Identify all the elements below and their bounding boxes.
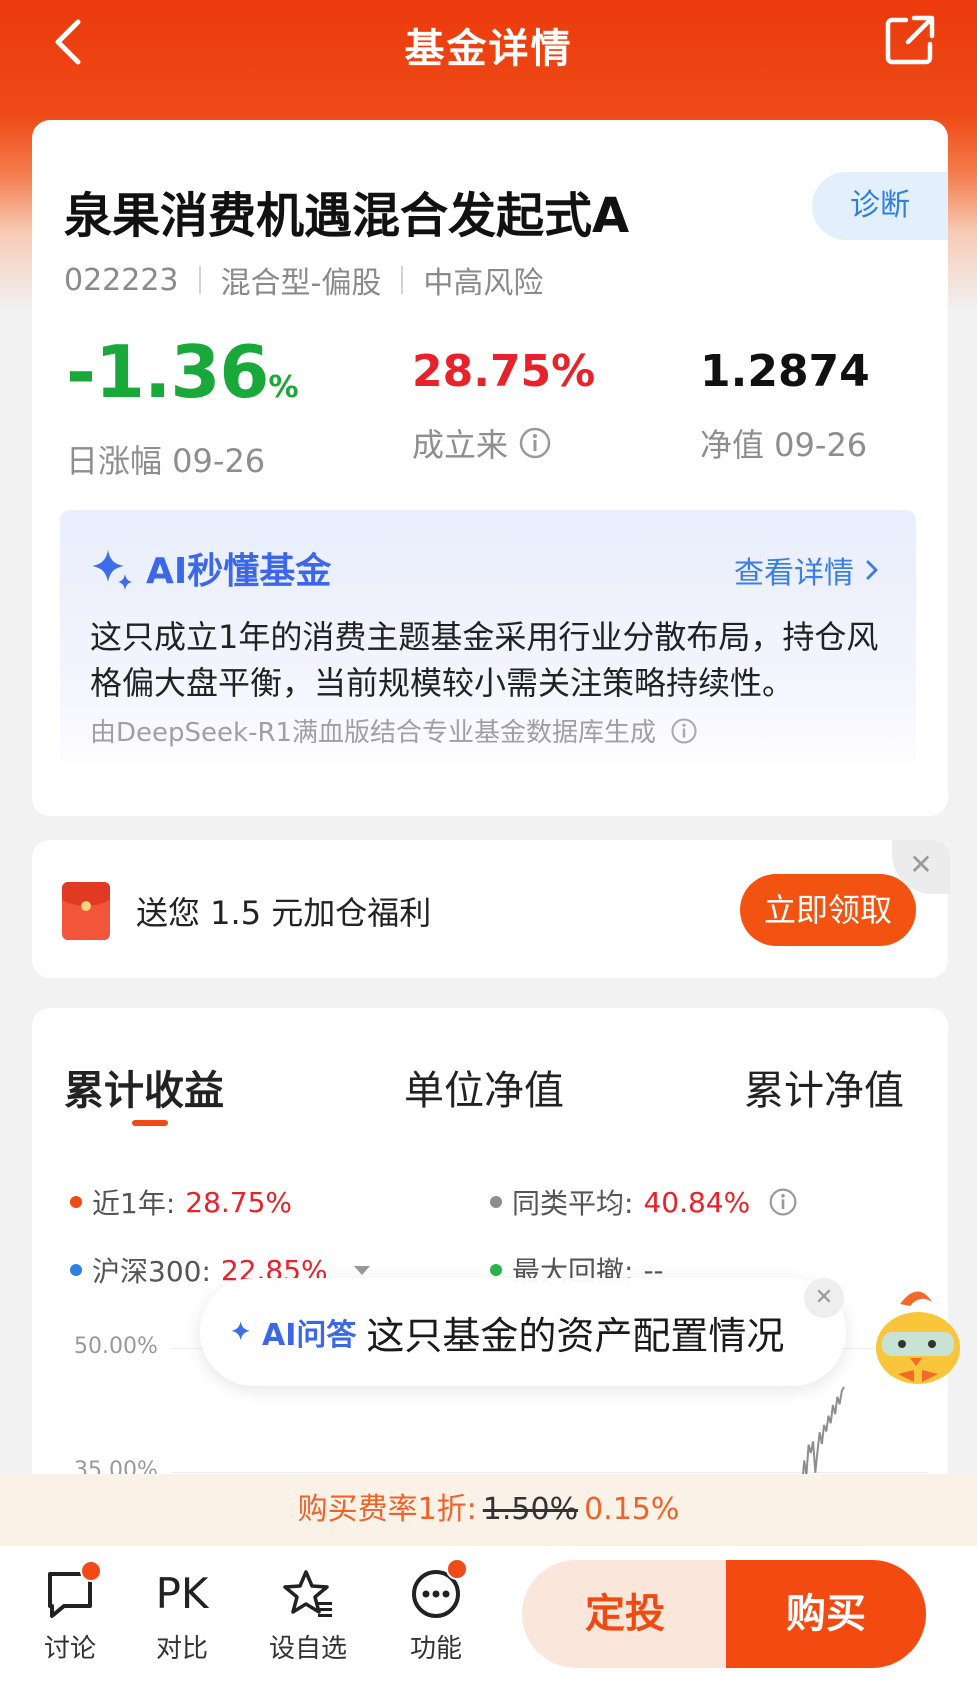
daily-change-value: -1.36%	[66, 330, 299, 414]
top-bar: 基金详情	[0, 0, 977, 96]
nav-functions[interactable]: 功能	[386, 1558, 486, 1665]
nav-stat: 1.2874 净值 09-26	[700, 330, 870, 466]
fund-risk: 中高风险	[423, 266, 544, 301]
fund-meta: 022223 混合型-偏股 中高风险	[64, 258, 543, 302]
sparkle-icon	[231, 1321, 251, 1341]
fixed-invest-button[interactable]: 定投	[522, 1560, 728, 1668]
fund-code: 022223	[64, 262, 179, 298]
fund-name: 泉果消费机遇混合发起式A	[64, 188, 630, 244]
ai-question-text: 这只基金的资产配置情况	[366, 1313, 785, 1358]
ai-summary-box[interactable]: AI秒懂基金 查看详情 这只成立1年的消费主题基金采用行业分散布局，持仓风格偏大…	[60, 510, 916, 778]
diagnose-button[interactable]: 诊断	[812, 172, 948, 240]
page-title: 基金详情	[404, 26, 573, 72]
notification-dot	[446, 1558, 468, 1580]
divider	[198, 266, 201, 294]
info-icon[interactable]	[670, 717, 698, 745]
info-icon[interactable]	[518, 426, 552, 460]
ai-summary-title: AI秒懂基金	[90, 542, 331, 594]
promo-card: 送您 1.5 元加仓福利 立即领取 ✕	[32, 840, 950, 978]
divider	[401, 266, 404, 294]
chevron-right-icon	[866, 560, 878, 580]
ai-detail-link[interactable]: 查看详情	[734, 548, 880, 592]
ai-qa-tag: AI问答	[262, 1318, 357, 1353]
ai-question-bubble[interactable]: AI问答 这只基金的资产配置情况	[200, 1278, 846, 1386]
pk-icon: PK	[155, 1569, 209, 1618]
since-inception-stat[interactable]: 28.75% 成立来	[412, 330, 595, 466]
nav-discuss[interactable]: 讨论	[20, 1560, 120, 1665]
buy-button[interactable]: 购买	[726, 1560, 926, 1668]
share-icon[interactable]	[884, 14, 936, 66]
fund-type: 混合型-偏股	[220, 266, 382, 301]
daily-change-label: 日涨幅 09-26	[66, 442, 266, 480]
fee-bar: 购买费率1折: 1.50% 0.15%	[0, 1474, 977, 1546]
bottom-bar: 讨论 PK 对比 设自选 功能 定投 购买	[0, 1546, 977, 1684]
nav-value: 1.2874	[700, 346, 870, 397]
notification-dot	[80, 1560, 102, 1582]
ai-summary-text: 这只成立1年的消费主题基金采用行业分散布局，持仓风格偏大盘平衡，当前规模较小需关…	[90, 618, 879, 702]
claim-button[interactable]: 立即领取	[740, 874, 916, 946]
nav-add-watchlist[interactable]: 设自选	[258, 1566, 358, 1665]
fund-card: 泉果消费机遇混合发起式A 诊断 022223 混合型-偏股 中高风险 -1.36…	[32, 120, 948, 816]
nav-label: 净值 09-26	[700, 426, 868, 464]
sparkle-icon	[92, 550, 132, 590]
close-icon[interactable]: ✕	[804, 1278, 844, 1318]
star-icon	[283, 1570, 332, 1617]
red-packet-icon	[62, 882, 110, 940]
daily-change-stat: -1.36% 日涨幅 09-26	[66, 330, 299, 482]
promo-text: 送您 1.5 元加仓福利	[136, 894, 432, 932]
ai-source-note: 由DeepSeek-R1满血版结合专业基金数据库生成	[90, 712, 698, 749]
nav-compare[interactable]: PK 对比	[132, 1566, 232, 1665]
since-inception-value: 28.75%	[412, 346, 596, 397]
series-line	[802, 1386, 845, 1474]
mascot-chick-icon[interactable]	[870, 1278, 970, 1388]
since-inception-label: 成立来	[412, 420, 595, 466]
